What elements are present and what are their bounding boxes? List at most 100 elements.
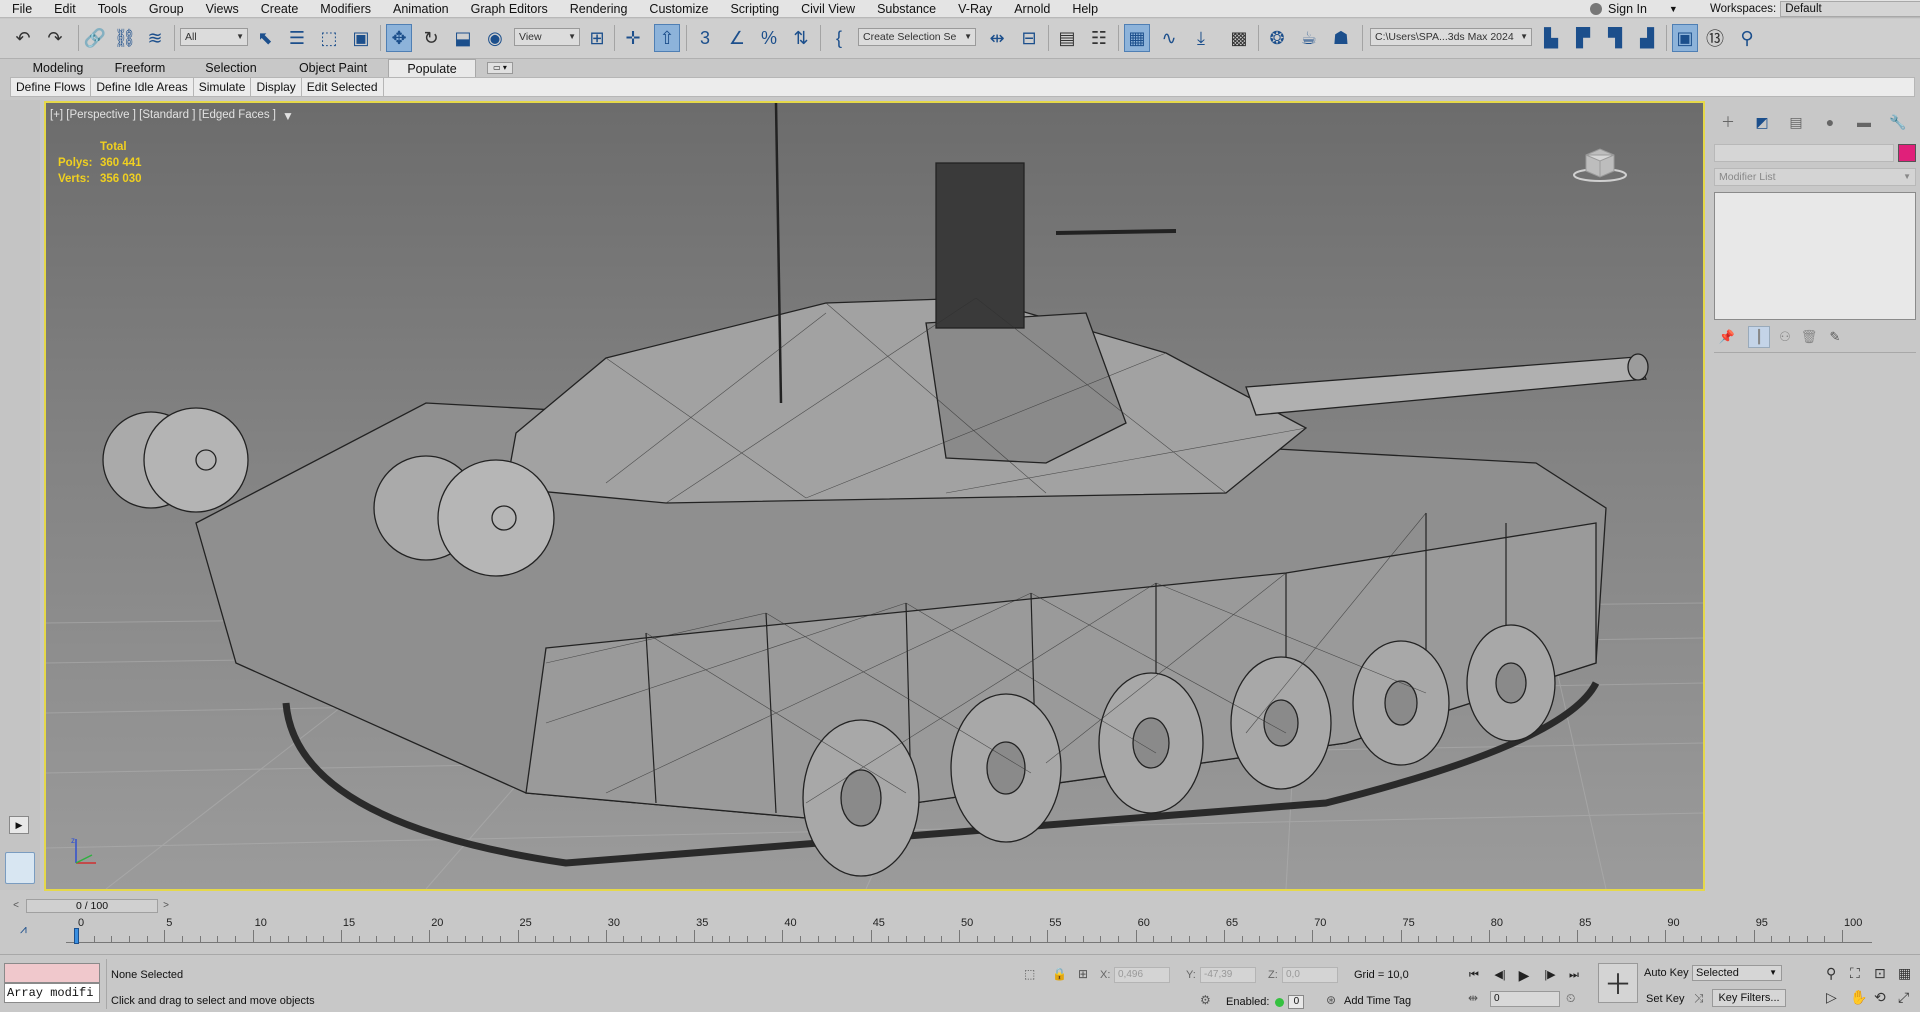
selection-filter-dropdown[interactable]: All ▼: [180, 28, 248, 46]
go-to-start-icon[interactable]: ⏮: [1464, 967, 1484, 983]
window-crossing-icon[interactable]: ▣: [348, 24, 374, 52]
menu-views[interactable]: Views: [194, 0, 249, 18]
make-unique-icon[interactable]: ⚇: [1774, 326, 1796, 348]
default-in-out-tangents-icon[interactable]: ⤨: [1694, 991, 1704, 1006]
simulate-button[interactable]: Simulate: [194, 78, 252, 96]
object-name-field[interactable]: [1714, 144, 1894, 162]
mini-curve-editor-icon[interactable]: ⩘: [20, 922, 27, 937]
snaps-icon[interactable]: 3: [692, 24, 718, 52]
menu-modifiers[interactable]: Modifiers: [308, 0, 381, 18]
scene-canvas[interactable]: [46, 103, 1703, 889]
auto-key-button[interactable]: Auto Key: [1644, 965, 1689, 981]
time-slider-prev-icon[interactable]: <: [10, 899, 22, 913]
play-icon[interactable]: ▶: [1514, 967, 1534, 983]
project-folder-icon[interactable]: ▙: [1538, 24, 1564, 52]
zoom-all-icon[interactable]: ⛶: [1850, 965, 1860, 982]
menu-help[interactable]: Help: [1060, 0, 1108, 18]
unlink-icon[interactable]: ⛓: [112, 24, 138, 52]
maxscript-listener-output[interactable]: [4, 963, 100, 983]
filter-icon[interactable]: ▼: [282, 109, 294, 123]
hierarchy-icon[interactable]: ▤: [1782, 110, 1810, 134]
menu-civil-view[interactable]: Civil View: [789, 0, 865, 18]
go-to-end-icon[interactable]: ⏭: [1564, 967, 1584, 983]
utilities-icon[interactable]: 🔧: [1884, 110, 1912, 134]
link-icon[interactable]: 🔗: [82, 24, 108, 52]
x-coordinate-field[interactable]: 0,496: [1114, 967, 1170, 983]
expand-viewport-layout-icon[interactable]: ▶: [9, 816, 29, 834]
select-scale-icon[interactable]: ⬓: [450, 24, 476, 52]
configure-sets-icon[interactable]: ✎: [1824, 326, 1846, 348]
dope-sheet-icon[interactable]: ⤓: [1188, 24, 1214, 52]
edit-named-selection-icon[interactable]: {: [826, 24, 852, 52]
tab-freeform[interactable]: Freeform: [102, 59, 178, 77]
schematic-view-icon[interactable]: ▩: [1226, 24, 1252, 52]
time-slider-thumb[interactable]: 0 / 100: [26, 899, 158, 913]
curve-editor-icon[interactable]: ∿: [1156, 24, 1182, 52]
display-button[interactable]: Display: [251, 78, 302, 96]
select-object-icon[interactable]: ⬉: [252, 24, 278, 52]
redo-icon[interactable]: ↷: [42, 24, 68, 52]
menu-vray[interactable]: V-Ray: [946, 0, 1002, 18]
z-coordinate-field[interactable]: 0,0: [1282, 967, 1338, 983]
zoom-icon[interactable]: ⚲: [1826, 965, 1836, 982]
container-open-icon[interactable]: ▜: [1602, 24, 1628, 52]
create-icon[interactable]: ＋: [1714, 110, 1742, 134]
named-selection-dropdown[interactable]: Create Selection Se ▼: [858, 28, 976, 46]
current-frame-marker[interactable]: [74, 928, 79, 944]
menu-arnold[interactable]: Arnold: [1002, 0, 1060, 18]
menu-animation[interactable]: Animation: [381, 0, 459, 18]
spinner-snap-icon[interactable]: ⇅: [788, 24, 814, 52]
y-coordinate-field[interactable]: -47,39: [1200, 967, 1256, 983]
select-move-icon[interactable]: ✥: [386, 24, 412, 52]
key-set-dropdown[interactable]: Selected ▼: [1692, 965, 1782, 981]
sign-in-button[interactable]: Sign In ▼: [1588, 0, 1698, 18]
angle-snap-icon[interactable]: ∠: [724, 24, 750, 52]
tab-object-paint[interactable]: Object Paint: [286, 59, 380, 77]
remove-modifier-icon[interactable]: 🗑: [1798, 326, 1820, 348]
help-search-icon[interactable]: ⚲: [1734, 24, 1760, 52]
time-slider-next-icon[interactable]: >: [160, 899, 172, 913]
keyboard-shortcut-override-icon[interactable]: ⇧: [654, 24, 680, 52]
show-end-result-icon[interactable]: ┃: [1748, 326, 1770, 348]
maxscript-input[interactable]: Array modifi: [4, 983, 100, 1003]
percent-snap-icon[interactable]: %: [756, 24, 782, 52]
modifier-list-dropdown[interactable]: Modifier List ▼: [1714, 168, 1916, 186]
field-of-view-icon[interactable]: ▷: [1826, 989, 1837, 1006]
adaptive-degradation-icon[interactable]: ⚙: [1200, 993, 1211, 1007]
key-filters-button[interactable]: Key Filters...: [1712, 989, 1786, 1007]
align-icon[interactable]: ⊟: [1016, 24, 1042, 52]
ref-coord-dropdown[interactable]: View ▼: [514, 28, 580, 46]
menu-scripting[interactable]: Scripting: [718, 0, 789, 18]
enabled-indicator-icon[interactable]: [1275, 997, 1285, 1007]
menu-tools[interactable]: Tools: [86, 0, 137, 18]
display-icon[interactable]: ▬: [1850, 110, 1878, 134]
selection-lock-icon[interactable]: 🔒: [1052, 967, 1067, 981]
zoom-extents-all-icon[interactable]: ▦: [1898, 965, 1911, 982]
timeline-ruler[interactable]: 0 5 10 15 20 25 30 35 40 45 50 55 60 65 70 75 80 85 90 95 10…: [66, 916, 1872, 950]
pivot-center-icon[interactable]: ⊞: [584, 24, 610, 52]
pan-view-icon[interactable]: ✋: [1850, 989, 1867, 1006]
menu-graph-editors[interactable]: Graph Editors: [459, 0, 558, 18]
select-place-icon[interactable]: ◉: [482, 24, 508, 52]
pin-stack-icon[interactable]: 📌: [1716, 326, 1738, 348]
toggle-ribbon-icon[interactable]: ▦: [1124, 24, 1150, 52]
set-key-mode-button[interactable]: ＋: [1598, 963, 1638, 1003]
select-by-name-icon[interactable]: ☰: [284, 24, 310, 52]
previous-frame-icon[interactable]: ◀|: [1490, 967, 1510, 983]
ribbon-options-icon[interactable]: ▭ ▾: [487, 62, 513, 74]
bind-spacewarp-icon[interactable]: ≋: [142, 24, 168, 52]
track-bar[interactable]: ⩘ 0 5 10 15 20 25 30 35 40 45 50 55 60 65 70 75 80 85 90 95…: [10, 916, 1915, 952]
mirror-icon[interactable]: ⇹: [984, 24, 1010, 52]
container-close-icon[interactable]: ▟: [1634, 24, 1660, 52]
material-editor-icon[interactable]: ❂: [1264, 24, 1290, 52]
modifier-stack[interactable]: [1714, 192, 1916, 320]
tab-modeling[interactable]: Modeling: [14, 59, 102, 77]
define-flows-button[interactable]: Define Flows: [11, 78, 92, 96]
menu-edit[interactable]: Edit: [42, 0, 86, 18]
render-setup-icon[interactable]: ☕: [1296, 24, 1322, 52]
layer-explorer-icon[interactable]: ▤: [1054, 24, 1080, 52]
menu-rendering[interactable]: Rendering: [558, 0, 638, 18]
undo-icon[interactable]: ↶: [10, 24, 36, 52]
rect-selection-icon[interactable]: ⬚: [316, 24, 342, 52]
maximize-viewport-icon[interactable]: ⤢: [1898, 989, 1909, 1006]
